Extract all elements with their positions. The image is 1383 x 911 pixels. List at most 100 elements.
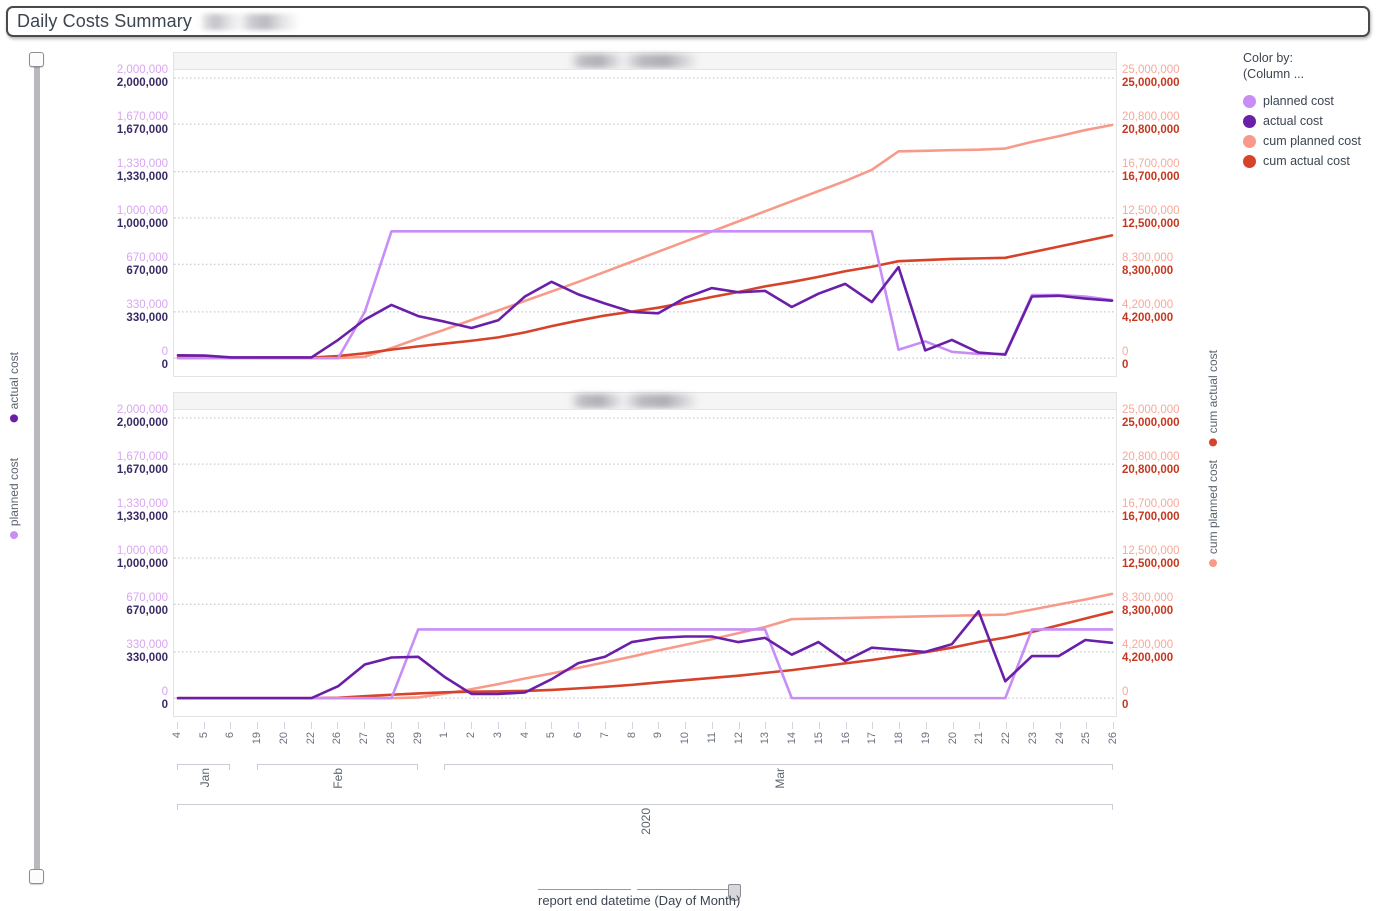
x-tick-label: 7 bbox=[598, 732, 611, 739]
x-tick-label: 6 bbox=[224, 732, 237, 739]
y-tick-upper-value: 0 bbox=[1122, 346, 1129, 358]
x-tick-mark bbox=[1059, 722, 1061, 729]
legend-swatch-icon bbox=[1243, 154, 1256, 168]
x-tick-mark bbox=[1113, 722, 1114, 729]
series-line-cum-actual-cost bbox=[176, 234, 1114, 360]
legend-item-actual-cost[interactable]: actual cost bbox=[1243, 111, 1379, 131]
slider-label: report end datetime (Day of Month) bbox=[538, 893, 741, 908]
axis-dot-planned-cost bbox=[10, 531, 18, 540]
y-tick-right: 4,200,000 4,200,000 bbox=[1122, 299, 1232, 325]
axis-title-label: actual cost bbox=[7, 352, 21, 410]
x-tick-mark bbox=[1032, 722, 1034, 729]
x-tick-mark bbox=[631, 722, 633, 729]
x-tick-mark bbox=[337, 722, 339, 729]
x-tick-label: 20 bbox=[946, 732, 959, 745]
x-tick-mark bbox=[390, 722, 392, 729]
y-tick-lower-value: 8,300,000 bbox=[1122, 264, 1174, 277]
legend-item-cum-actual-cost[interactable]: cum actual cost bbox=[1243, 151, 1379, 171]
y-tick-right: 20,800,000 20,800,000 bbox=[1122, 111, 1232, 137]
y-tick-upper-value: 20,800,000 bbox=[1122, 110, 1180, 123]
x-tick-label: 29 bbox=[411, 732, 424, 745]
bracket-cap bbox=[257, 764, 259, 770]
x-tick-mark bbox=[711, 722, 713, 729]
x-tick-mark bbox=[845, 722, 847, 729]
y-tick-right: 8,300,000 8,300,000 bbox=[1122, 252, 1232, 278]
x-group-label-Mar: Mar bbox=[772, 768, 787, 789]
y-tick-upper-value: 0 bbox=[161, 686, 168, 698]
x-tick-mark bbox=[471, 722, 473, 729]
plot-area-top[interactable] bbox=[173, 69, 1117, 377]
x-tick-mark bbox=[872, 722, 874, 729]
slider-handle-top[interactable] bbox=[29, 52, 44, 67]
y-tick-left: 330,000 330,000 bbox=[60, 639, 168, 665]
y-tick-lower-value: 330,000 bbox=[126, 652, 168, 665]
y-tick-left: 1,670,000 1,670,000 bbox=[60, 111, 168, 137]
y-tick-left: 670,000 670,000 bbox=[60, 252, 168, 278]
y-tick-lower-value: 12,500,000 bbox=[1122, 558, 1180, 570]
x-tick-mark bbox=[177, 722, 178, 729]
y-tick-left: 1,330,000 1,330,000 bbox=[60, 498, 168, 524]
bracket-cap bbox=[229, 764, 231, 770]
panel-header-top bbox=[173, 52, 1117, 69]
chart-application: Daily Costs Summary actual cost planned … bbox=[0, 0, 1383, 911]
slider-handle-bottom[interactable] bbox=[29, 869, 44, 884]
legend-item-cum-planned-cost[interactable]: cum planned cost bbox=[1243, 131, 1379, 151]
x-tick-label: 3 bbox=[491, 732, 504, 739]
y-tick-left: 2,000,000 2,000,000 bbox=[60, 64, 168, 90]
x-tick-mark bbox=[578, 722, 580, 729]
slider-segment-left[interactable] bbox=[538, 889, 631, 890]
legend-color-by-line1: Color by: bbox=[1243, 51, 1294, 65]
y-tick-lower-value: 16,700,000 bbox=[1122, 511, 1180, 524]
y-tick-right: 16,700,000 16,700,000 bbox=[1122, 498, 1232, 524]
x-tick-mark bbox=[257, 722, 259, 729]
window-title-bar[interactable]: Daily Costs Summary bbox=[6, 6, 1370, 37]
y-tick-lower-value: 670,000 bbox=[126, 264, 168, 277]
x-tick-label: 22 bbox=[304, 732, 317, 745]
axis-dot-cum-actual-cost bbox=[1209, 438, 1217, 447]
x-tick-label: 4 bbox=[518, 732, 531, 739]
x-tick-label: 11 bbox=[705, 732, 718, 744]
y-tick-upper-value: 25,000,000 bbox=[1122, 404, 1180, 416]
y-tick-right: 16,700,000 16,700,000 bbox=[1122, 158, 1232, 184]
bracket-cap bbox=[177, 764, 178, 770]
x-tick-label: 13 bbox=[759, 732, 772, 745]
report-date-slider[interactable]: report end datetime (Day of Month) bbox=[538, 884, 743, 911]
y-tick-lower-value: 0 bbox=[1122, 699, 1129, 711]
x-tick-mark bbox=[818, 722, 820, 729]
slider-track[interactable] bbox=[34, 64, 40, 872]
plot-area-bottom[interactable] bbox=[173, 409, 1117, 717]
y-tick-lower-value: 4,200,000 bbox=[1122, 652, 1174, 665]
x-group-bracket bbox=[257, 764, 418, 770]
x-tick-mark bbox=[658, 722, 660, 729]
y-tick-right: 4,200,000 4,200,000 bbox=[1122, 639, 1232, 665]
x-axis: 4 5 6 19 20 22 26 27 28 29 1 2 3 4 5 6 7 8 9 10 11 12 13 14 15 16… bbox=[171, 722, 1119, 842]
y-tick-lower-value: 0 bbox=[161, 359, 168, 371]
x-tick-mark bbox=[925, 722, 927, 729]
y-tick-upper-value: 1,000,000 bbox=[116, 545, 168, 557]
y-tick-upper-value: 1,330,000 bbox=[116, 158, 168, 171]
y-tick-right: 25,000,000 25,000,000 bbox=[1122, 404, 1232, 430]
series-line-cum-actual-cost bbox=[176, 610, 1114, 700]
x-year-bracket bbox=[177, 804, 1113, 810]
x-tick-label: 22 bbox=[1000, 732, 1013, 745]
legend-item-planned-cost[interactable]: planned cost bbox=[1243, 91, 1379, 111]
y-tick-lower-value: 8,300,000 bbox=[1122, 604, 1174, 617]
x-tick-label: 19 bbox=[919, 732, 932, 745]
y-tick-lower-value: 1,670,000 bbox=[116, 123, 168, 136]
x-tick-label: 20 bbox=[277, 732, 290, 745]
y-tick-upper-value: 1,000,000 bbox=[116, 205, 168, 217]
y-tick-upper-value: 1,670,000 bbox=[116, 110, 168, 123]
vertical-scroll-slider[interactable] bbox=[29, 52, 45, 884]
y-tick-left: 2,000,000 2,000,000 bbox=[60, 404, 168, 430]
x-tick-mark bbox=[310, 722, 312, 729]
x-tick-mark bbox=[899, 722, 901, 729]
x-tick-label: 12 bbox=[732, 732, 745, 745]
legend-color-by: Color by: (Column ... bbox=[1243, 50, 1379, 82]
redacted-panel-title bbox=[569, 54, 699, 68]
slider-segment-right[interactable] bbox=[637, 889, 735, 890]
y-tick-upper-value: 330,000 bbox=[126, 299, 168, 312]
legend-item-label: cum planned cost bbox=[1263, 134, 1361, 148]
y-tick-upper-value: 1,330,000 bbox=[116, 498, 168, 511]
bracket-cap bbox=[1111, 764, 1113, 770]
x-tick-label: 19 bbox=[251, 732, 264, 745]
